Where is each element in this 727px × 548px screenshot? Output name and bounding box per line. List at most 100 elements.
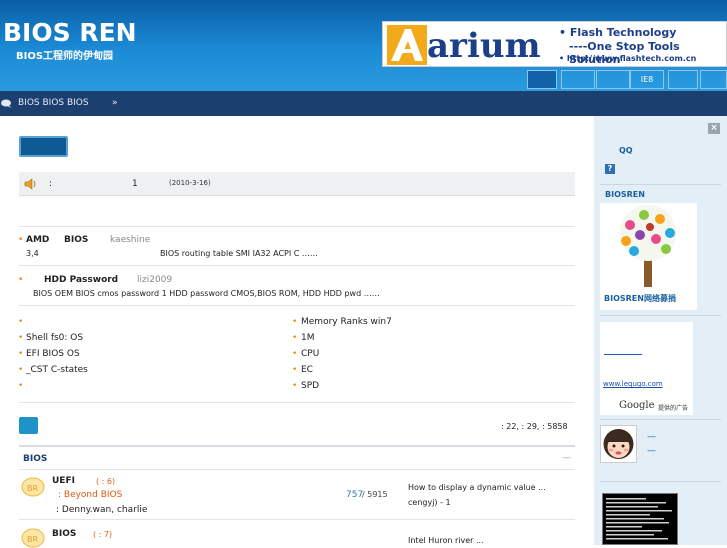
bullet-icon: • [292, 333, 298, 343]
forum-1-sub[interactable]: : Beyond BIOS [58, 490, 122, 500]
ad-link-underline[interactable] [604, 354, 642, 355]
avatar[interactable] [600, 425, 637, 463]
bullet-icon: • [18, 381, 24, 391]
close-icon[interactable]: × [708, 123, 720, 134]
forum-1-last-post-by[interactable]: cengyj) - 1 [408, 498, 451, 507]
screenshot-thumbnail[interactable] [602, 493, 678, 545]
console-text-image [606, 498, 672, 540]
hot-post-1-author[interactable]: kaeshine [110, 235, 150, 245]
site-logo-title[interactable]: BIOS REN [3, 18, 137, 47]
link-right-4[interactable]: EC [301, 365, 313, 375]
announcement-bar: : 1 (2010-3-16) [19, 172, 575, 196]
banner-brand: arium [427, 26, 541, 66]
header-button-5[interactable] [668, 70, 698, 89]
new-post-button[interactable] [19, 136, 68, 157]
link-left-3[interactable]: EFI BIOS OS [26, 349, 80, 359]
forum-status-icon: BR [21, 477, 45, 497]
link-right-1[interactable]: Memory Ranks win7 [301, 317, 392, 327]
section-header: BIOS — [19, 445, 575, 470]
arium-banner-ad[interactable]: arium • Flash Technology ----One Stop To… [382, 21, 727, 67]
forum-1-topics: 757 [346, 490, 364, 500]
qq-link[interactable]: QQ [619, 146, 633, 155]
bullet-icon: • [18, 365, 24, 375]
hot-post-1-title-a[interactable]: AMD [26, 235, 49, 245]
breadcrumb-bar: BIOS BIOS BIOS » [0, 91, 727, 116]
right-sidebar: × QQ ? BIOSREN BIOSREN网络募捐 www.lequgo.co… [594, 116, 727, 545]
biosren-heading: BIOSREN [605, 190, 645, 199]
banner-line-3: • http://www.flashtech.com.cn [559, 54, 697, 63]
hot-post-2-desc: BIOS OEM BIOS cmos password 1 HDD passwo… [33, 289, 380, 298]
bullet-icon: • [292, 317, 298, 327]
svg-text:BR: BR [27, 484, 38, 493]
user-link-1[interactable]: — [647, 432, 656, 442]
hot-post-2-author[interactable]: lizi2009 [137, 275, 172, 285]
main-content: : 1 (2010-3-16) • AMD BIOS kaeshine 3,4 … [0, 116, 594, 548]
banner-line-1: • Flash Technology [559, 26, 677, 39]
hot-post-1-desc-a: 3,4 [26, 249, 39, 258]
google-ad-label: 提供的广告 [658, 405, 689, 412]
link-right-5[interactable]: SPD [301, 381, 319, 391]
announcement-label: : [49, 179, 53, 189]
user-link-2[interactable]: — [647, 446, 656, 456]
section-title[interactable]: BIOS [23, 454, 47, 464]
bullet-icon: • [18, 349, 24, 359]
bullet-icon: • [18, 235, 24, 245]
bullet-icon: • [292, 381, 298, 391]
tree-caption: BIOSREN网络募捐 [604, 294, 676, 303]
header-button-6[interactable] [700, 70, 727, 89]
hot-post-2-title[interactable]: HDD Password [44, 275, 118, 285]
forum-2-last-post-title[interactable]: Intel Huron river ... [408, 536, 484, 545]
speaker-icon [24, 178, 36, 190]
arium-logo-icon [387, 25, 427, 65]
google-logo: Google [619, 400, 655, 411]
google-ad-box[interactable]: www.lequgo.com Google 提供的广告 [600, 322, 693, 415]
divider [600, 419, 721, 420]
divider [600, 481, 721, 482]
divider [600, 184, 721, 185]
header-button-ie8[interactable]: IE8 [630, 70, 664, 89]
ad-url[interactable]: www.lequgo.com [603, 380, 663, 388]
bullet-icon: • [292, 365, 298, 375]
header-button-1[interactable] [527, 70, 557, 89]
hot-post-1-title-b[interactable]: BIOS [64, 235, 88, 245]
forum-stats: : 22, : 29, : 5858 [501, 422, 568, 431]
donation-tree-image[interactable]: BIOSREN网络募捐 [600, 203, 697, 310]
forum-status-icon: BR [21, 528, 45, 548]
chat-bubble-icon [1, 99, 12, 108]
divider [19, 305, 575, 306]
forum-1-moderators[interactable]: : Denny.wan, charlie [56, 505, 147, 515]
site-header: BIOS REN BIOS工程师的伊甸园 arium • Flash Techn… [0, 0, 727, 91]
tree-icon [620, 205, 676, 287]
collapse-toggle[interactable]: — [562, 453, 571, 463]
breadcrumb[interactable]: BIOS BIOS BIOS [18, 98, 89, 108]
divider [19, 519, 575, 520]
svg-text:BR: BR [27, 535, 38, 544]
link-left-2[interactable]: Shell fs0: OS [26, 333, 83, 343]
avatar-face-icon [603, 429, 634, 459]
forum-2-count: ( : 7) [93, 530, 113, 539]
bullet-icon: • [18, 275, 24, 285]
forum-1-last-post-title[interactable]: How to display a dynamic value ... [408, 483, 546, 492]
breadcrumb-arrow: » [112, 98, 118, 108]
forum-2-name[interactable]: BIOS [52, 529, 76, 539]
help-icon[interactable]: ? [605, 164, 615, 174]
divider [19, 265, 575, 266]
bullet-icon: • [18, 317, 24, 327]
forum-1-count: ( : 6) [96, 477, 116, 486]
link-right-2[interactable]: 1M [301, 333, 315, 343]
forum-home-icon[interactable] [19, 417, 38, 434]
link-left-4[interactable]: _CST C-states [26, 365, 88, 375]
divider [19, 402, 575, 403]
forum-1-posts: / 5915 [362, 490, 388, 499]
hot-post-1-desc-b: BIOS routing table SMI IA32 ACPI C …… [160, 249, 318, 258]
site-logo-subtitle: BIOS工程师的伊甸园 [16, 51, 114, 62]
divider [600, 315, 721, 316]
link-right-3[interactable]: CPU [301, 349, 319, 359]
bullet-icon: • [18, 333, 24, 343]
header-button-3[interactable] [596, 70, 630, 89]
announcement-title[interactable]: 1 [132, 179, 138, 189]
header-button-2[interactable] [561, 70, 595, 89]
bullet-icon: • [292, 349, 298, 359]
forum-1-name[interactable]: UEFI [52, 476, 75, 486]
divider [19, 226, 575, 227]
